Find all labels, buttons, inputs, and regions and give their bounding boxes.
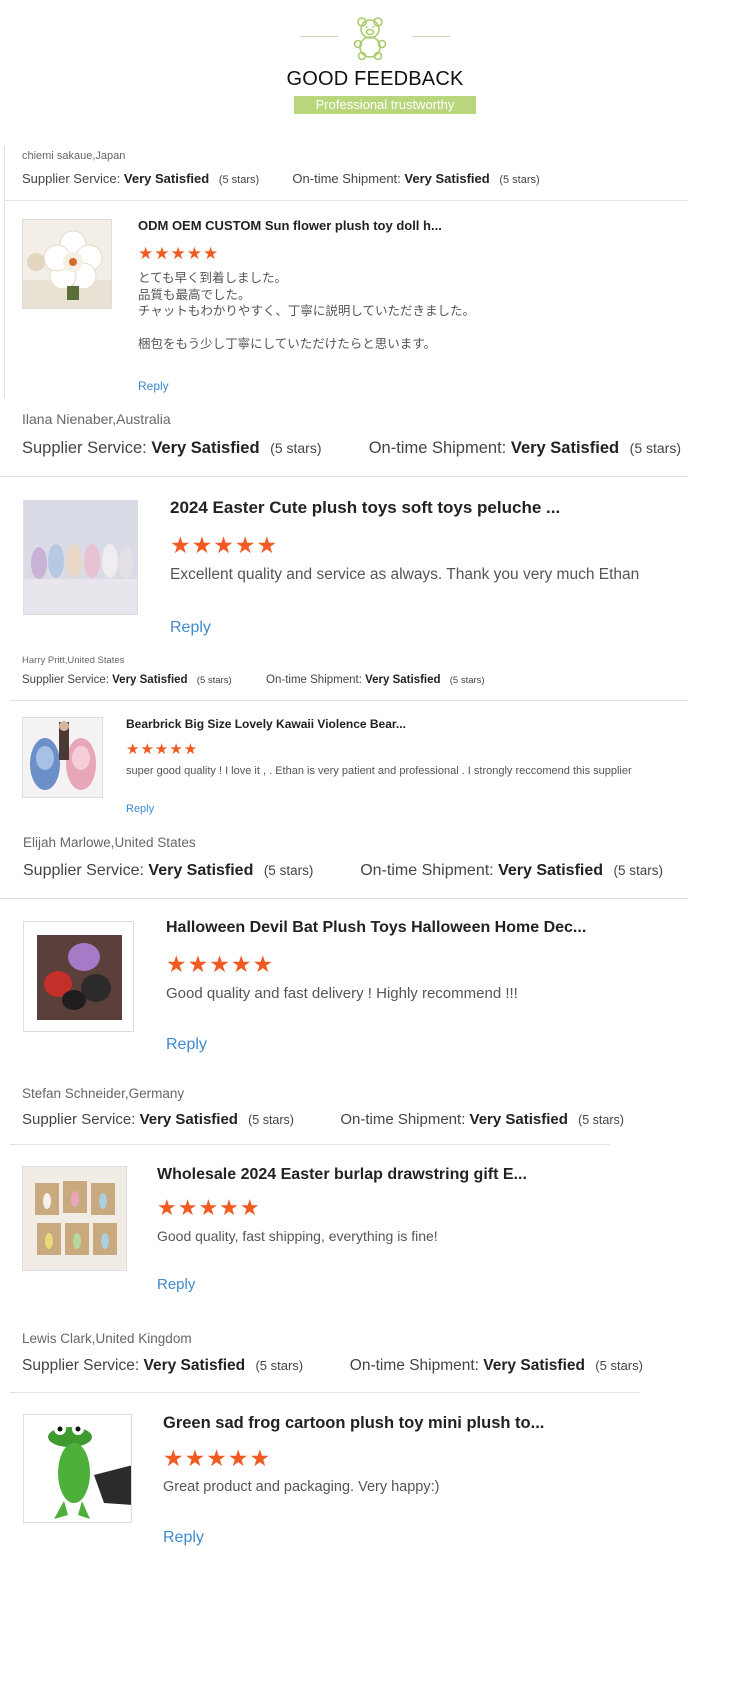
product-title[interactable]: ODM OEM CUSTOM Sun flower plush toy doll… xyxy=(138,218,442,233)
ontime-shipment-label: On-time Shipment: xyxy=(368,439,507,457)
divider xyxy=(10,700,688,701)
ontime-shipment-value: Very Satisfied xyxy=(404,171,490,186)
ontime-shipment-label: On-time Shipment: xyxy=(266,674,362,686)
supplier-service-value: Very Satisfied xyxy=(139,1111,238,1128)
supplier-service-stars: (5 stars) xyxy=(248,1113,294,1127)
reply-link[interactable]: Reply xyxy=(157,1276,195,1293)
five-star-rating: ★★★★★ xyxy=(170,532,279,558)
burlap-bag-image xyxy=(23,1167,126,1270)
ontime-shipment-value: Very Satisfied xyxy=(483,1357,585,1374)
rating-summary: Supplier Service: Very Satisfied (5 star… xyxy=(22,171,540,186)
supplier-service-value: Very Satisfied xyxy=(123,171,210,186)
five-star-rating: ★★★★★ xyxy=(126,741,199,758)
reviewer-name: chiemi sakaue,Japan xyxy=(22,150,126,162)
product-thumbnail[interactable] xyxy=(22,717,103,798)
easter-plush-image xyxy=(24,501,137,614)
five-star-rating: ★★★★★ xyxy=(138,244,220,263)
review-comment: Great product and packaging. Very happy:… xyxy=(163,1479,440,1495)
sunflower-plush-image xyxy=(23,220,111,308)
supplier-service-label: Supplier Service: xyxy=(22,1111,136,1128)
ontime-shipment-stars: (5 stars) xyxy=(613,863,663,878)
ontime-shipment-label: On-time Shipment: xyxy=(349,1357,479,1374)
reply-link[interactable]: Reply xyxy=(170,619,211,637)
supplier-service-label: Supplier Service: xyxy=(22,1357,140,1374)
ontime-shipment-label: On-time Shipment: xyxy=(292,171,401,186)
supplier-service-value: Very Satisfied xyxy=(143,1357,246,1374)
product-thumbnail[interactable] xyxy=(22,1166,127,1271)
reply-link[interactable]: Reply xyxy=(138,379,169,393)
product-title[interactable]: Wholesale 2024 Easter burlap drawstring … xyxy=(157,1166,527,1184)
ontime-shipment-value: Very Satisfied xyxy=(498,862,604,879)
reply-link[interactable]: Reply xyxy=(126,803,154,815)
ontime-shipment-stars: (5 stars) xyxy=(499,174,540,186)
header-right-line xyxy=(412,36,450,37)
five-star-rating: ★★★★★ xyxy=(166,951,275,977)
ontime-shipment-value: Very Satisfied xyxy=(365,674,441,686)
rating-summary: Supplier Service: Very Satisfied (5 star… xyxy=(23,862,663,880)
halloween-bat-plush-image xyxy=(24,922,133,1031)
ontime-shipment-stars: (5 stars) xyxy=(595,1358,643,1373)
divider xyxy=(10,1144,610,1145)
rating-summary: Supplier Service: Very Satisfied (5 star… xyxy=(22,1111,624,1128)
supplier-service-stars: (5 stars) xyxy=(218,174,260,186)
teddy-bear-icon xyxy=(353,17,387,60)
reviewer-name: Ilana Nienaber,Australia xyxy=(22,411,171,427)
page-subtitle-badge: Professional trustworthy xyxy=(294,96,476,114)
reviewer-name: Harry Pritt,United States xyxy=(22,655,125,666)
supplier-service-value: Very Satisfied xyxy=(148,862,254,879)
product-title[interactable]: 2024 Easter Cute plush toys soft toys pe… xyxy=(170,498,560,518)
divider xyxy=(4,200,688,201)
supplier-service-value: Very Satisfied xyxy=(151,439,260,457)
supplier-service-label: Supplier Service: xyxy=(22,439,147,457)
divider xyxy=(10,1392,640,1393)
ontime-shipment-label: On-time Shipment: xyxy=(340,1111,466,1128)
supplier-service-stars: (5 stars) xyxy=(263,863,314,878)
ontime-shipment-label: On-time Shipment: xyxy=(360,862,494,879)
supplier-service-value: Very Satisfied xyxy=(112,674,188,686)
divider xyxy=(0,898,688,899)
review-left-border xyxy=(4,146,5,398)
product-thumbnail[interactable] xyxy=(23,921,134,1032)
review-comment: Good quality, fast shipping, everything … xyxy=(157,1228,438,1244)
header-left-line xyxy=(300,36,338,37)
ontime-shipment-value: Very Satisfied xyxy=(469,1111,568,1128)
bearbrick-plush-image xyxy=(23,718,102,797)
product-title[interactable]: Bearbrick Big Size Lovely Kawaii Violenc… xyxy=(126,717,406,731)
five-star-rating: ★★★★★ xyxy=(157,1195,261,1220)
divider xyxy=(0,476,688,477)
product-thumbnail[interactable] xyxy=(22,219,112,309)
supplier-service-stars: (5 stars) xyxy=(196,675,232,686)
review-comment: Excellent quality and service as always.… xyxy=(170,566,640,583)
page-title: GOOD FEEDBACK xyxy=(286,68,464,90)
review-comment: Good quality and fast delivery ! Highly … xyxy=(166,985,518,1002)
reviewer-name: Elijah Marlowe,United States xyxy=(23,835,196,850)
supplier-service-stars: (5 stars) xyxy=(255,1358,304,1373)
reviewer-name: Lewis Clark,United Kingdom xyxy=(22,1331,192,1346)
rating-summary: Supplier Service: Very Satisfied (5 star… xyxy=(22,674,485,686)
review-comment: super good quality ! I love it , . Ethan… xyxy=(126,765,632,777)
rating-summary: Supplier Service: Very Satisfied (5 star… xyxy=(22,439,681,458)
product-title[interactable]: Halloween Devil Bat Plush Toys Halloween… xyxy=(166,919,586,937)
product-thumbnail[interactable] xyxy=(23,1414,132,1523)
reviewer-name: Stefan Schneider,Germany xyxy=(22,1086,185,1101)
ontime-shipment-stars: (5 stars) xyxy=(449,675,485,686)
supplier-service-stars: (5 stars) xyxy=(270,440,322,456)
reply-link[interactable]: Reply xyxy=(163,1529,204,1547)
ontime-shipment-value: Very Satisfied xyxy=(510,439,620,457)
product-thumbnail[interactable] xyxy=(23,500,138,615)
ontime-shipment-stars: (5 stars) xyxy=(578,1113,624,1127)
supplier-service-label: Supplier Service: xyxy=(22,674,109,686)
feedback-header: GOOD FEEDBACK Professional trustworthy xyxy=(0,0,750,130)
supplier-service-label: Supplier Service: xyxy=(22,171,121,186)
ontime-shipment-stars: (5 stars) xyxy=(629,440,682,456)
reply-link[interactable]: Reply xyxy=(166,1036,207,1054)
supplier-service-label: Supplier Service: xyxy=(23,862,144,879)
product-title[interactable]: Green sad frog cartoon plush toy mini pl… xyxy=(163,1414,544,1433)
review-comment: とても早く到着しました。 品質も最高でした。 チャットもわかりやすく、丁寧に説明… xyxy=(138,271,476,351)
five-star-rating: ★★★★★ xyxy=(163,1445,272,1471)
rating-summary: Supplier Service: Very Satisfied (5 star… xyxy=(22,1357,643,1375)
frog-plush-image xyxy=(24,1415,131,1522)
